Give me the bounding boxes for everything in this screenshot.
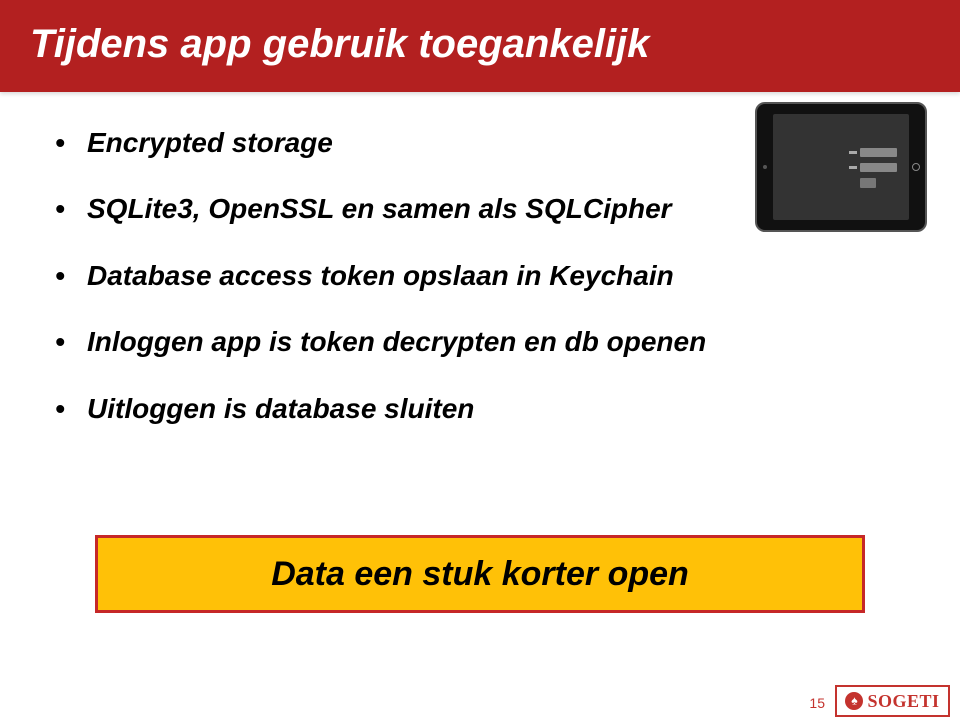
bullet-list: Encrypted storage SQLite3, OpenSSL en sa… [55, 125, 735, 457]
title-band: Tijdens app gebruik toegankelijk [0, 0, 960, 92]
tablet-home-button-icon [912, 163, 920, 171]
bullet-item: SQLite3, OpenSSL en samen als SQLCipher [55, 191, 735, 227]
bullet-item: Inloggen app is token decrypten en db op… [55, 324, 735, 360]
highlight-box: Data een stuk korter open [95, 535, 865, 613]
tablet-screen [773, 114, 909, 220]
tablet-camera-icon [763, 165, 767, 169]
bullet-item: Database access token opslaan in Keychai… [55, 258, 735, 294]
bullet-item: Encrypted storage [55, 125, 735, 161]
tablet-login-form [849, 148, 897, 188]
logo-spade-icon [845, 692, 863, 710]
highlight-text: Data een stuk korter open [271, 555, 689, 594]
bullet-item: Uitloggen is database sluiten [55, 391, 735, 427]
tablet-illustration [755, 102, 927, 232]
slide-title: Tijdens app gebruik toegankelijk [30, 22, 649, 67]
logo-text: SOGETI [867, 691, 939, 712]
sogeti-logo: SOGETI [835, 685, 950, 717]
page-number: 15 [809, 695, 825, 711]
